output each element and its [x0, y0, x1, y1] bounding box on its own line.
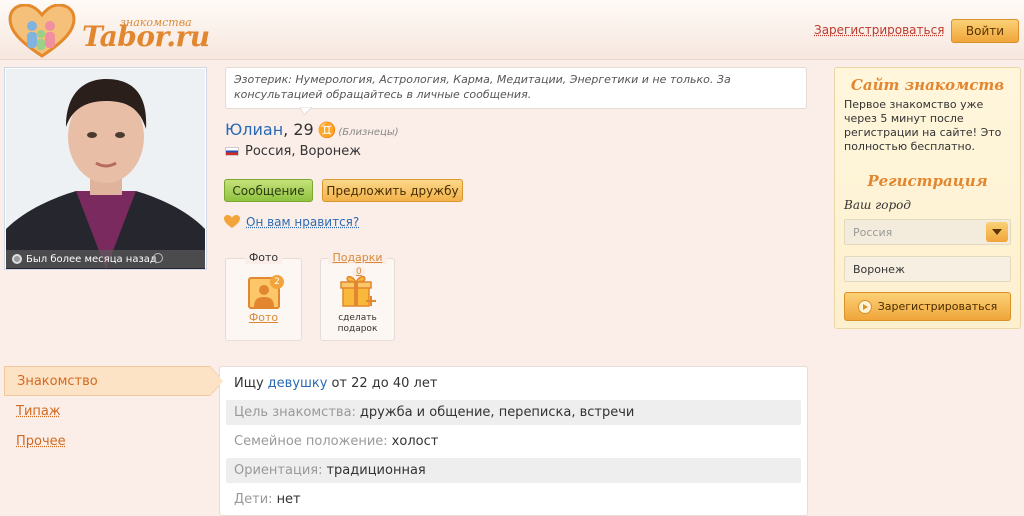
city-input[interactable]: Воронеж [844, 256, 1011, 282]
message-button[interactable]: Сообщение [224, 179, 313, 202]
registration-title: Регистрация [867, 172, 988, 190]
nav-item-other[interactable]: Прочее [4, 426, 220, 456]
site-header: знакомства Tabor.ru Зарегистрироваться В… [0, 0, 1024, 60]
zoom-icon[interactable] [153, 253, 163, 263]
flag-ru-icon [225, 147, 239, 156]
info-kids: Дети: нет [234, 492, 301, 507]
profile-photo[interactable] [6, 69, 205, 269]
info-seeking: Ищу девушку от 22 до 40 лет [234, 376, 438, 391]
site-logo[interactable]: знакомства Tabor.ru [8, 4, 210, 58]
friend-request-button[interactable]: Предложить дружбу [322, 179, 463, 202]
nav-item-type[interactable]: Типаж [4, 396, 220, 426]
last-seen-status: Был более месяца назад [6, 250, 205, 268]
profile-info-panel: Ищу девушку от 22 до 40 лет Цель знакомс… [219, 366, 808, 516]
description-tail [300, 107, 312, 115]
sidebar-text: Первое знакомство уже через 5 минут посл… [844, 98, 1002, 153]
photos-tile[interactable]: Фото 2 Фото [225, 251, 302, 341]
profile-location: Россия, Воронеж [225, 144, 361, 159]
play-circle-icon [857, 299, 872, 314]
profile-description: Эзотерик: Нумерология, Астрология, Карма… [225, 67, 807, 109]
profile-nav: Знакомство Типаж Прочее [4, 366, 224, 456]
zodiac-icon: ♊ [317, 121, 337, 139]
profile-photo-image [6, 69, 205, 269]
profile-age: , 29 [283, 120, 314, 139]
nav-item-acquaintance[interactable]: Знакомство [4, 366, 224, 396]
profile-photo-card[interactable]: Был более месяца назад [4, 67, 207, 270]
logo-heart-icon [8, 4, 76, 58]
info-orientation: Ориентация: традиционная [226, 458, 801, 483]
photos-tile-title: Фото [226, 251, 301, 264]
gifts-tile[interactable]: Подарки0 сделать подарок [320, 251, 395, 341]
seeking-link[interactable]: девушку [268, 376, 328, 391]
signup-sidebar: Сайт знакомств Первое знакомство уже чер… [834, 67, 1021, 329]
sidebar-title: Сайт знакомств [850, 76, 1005, 94]
profile-name: Юлиан [225, 120, 284, 139]
location-text: Россия, Воронеж [245, 144, 361, 159]
sidebar-register-button[interactable]: Зарегистрироваться [844, 292, 1011, 321]
last-seen-text: Был более месяца назад [26, 253, 157, 265]
heart-icon [224, 215, 240, 228]
photos-link[interactable]: Фото [226, 311, 301, 324]
info-goal: Цель знакомства: дружба и общение, переп… [226, 400, 801, 425]
profile-name-line: Юлиан , 29 ♊ (Близнецы) [225, 120, 399, 139]
register-link[interactable]: Зарегистрироваться [814, 23, 944, 37]
zodiac-name: (Близнецы) [338, 127, 399, 138]
photo-count-badge: 2 [270, 275, 284, 289]
arrow-down-icon[interactable] [986, 222, 1008, 242]
country-select[interactable]: Россия [844, 219, 1011, 245]
make-gift-label[interactable]: сделать подарок [321, 313, 394, 335]
like-row: Он вам нравится? [224, 215, 359, 229]
login-button[interactable]: Войти [951, 19, 1019, 43]
status-dot-icon [12, 254, 22, 264]
like-link[interactable]: Он вам нравится? [246, 215, 359, 229]
info-family: Семейное положение: холост [234, 434, 439, 449]
gift-icon [340, 275, 376, 307]
city-label: Ваш город [844, 198, 911, 212]
logo-text: Tabor.ru [82, 20, 210, 53]
